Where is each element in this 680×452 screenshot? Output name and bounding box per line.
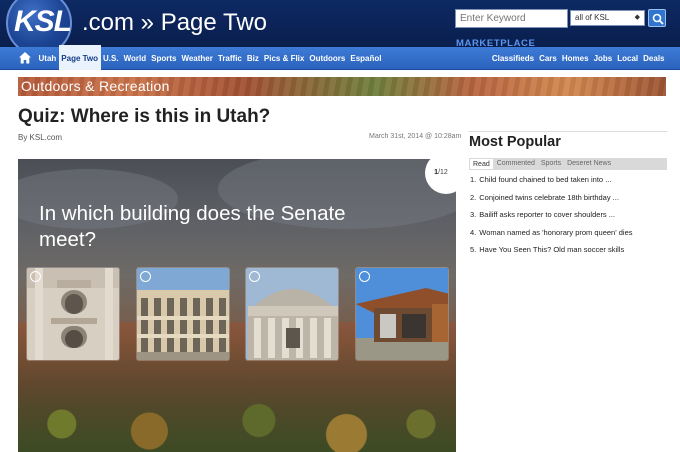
nav-item-biz[interactable]: Biz — [244, 47, 261, 70]
search-button[interactable] — [648, 9, 666, 27]
quiz-option-4[interactable] — [355, 267, 449, 361]
home-icon[interactable] — [18, 51, 32, 65]
article-title: Quiz: Where is this in Utah? — [18, 106, 271, 127]
nav-item-traffic[interactable]: Traffic — [215, 47, 244, 70]
site-header: KSL .com » Page Two all of KSL ◆ — [0, 0, 680, 56]
tab-deseret-news[interactable]: Deseret News — [564, 158, 614, 170]
nav-item-jobs[interactable]: Jobs — [591, 47, 615, 70]
quiz-option-1[interactable] — [26, 267, 120, 361]
section-banner-label: Outdoors & Recreation — [21, 78, 170, 94]
slide-counter: 1/12 — [425, 152, 467, 194]
nav-items: Utah Page Two U.S. World Sports Weather … — [36, 45, 384, 70]
nav-item-classifieds[interactable]: Classifieds — [489, 47, 536, 70]
most-popular-title: Most Popular — [469, 134, 561, 150]
search-scope-value: all of KSL — [575, 13, 610, 22]
quiz-panel: In which building does the Senate meet? — [18, 159, 456, 452]
quiz-option-3[interactable] — [245, 267, 339, 361]
page-title: .com » Page Two — [82, 9, 267, 36]
nav-item-espanol[interactable]: Español — [348, 47, 384, 70]
marketplace-nav: Classifieds Cars Homes Jobs Local Deals — [489, 47, 667, 70]
nav-item-us[interactable]: U.S. — [101, 47, 122, 70]
option-1-radio[interactable] — [30, 271, 41, 282]
quiz-option-2[interactable] — [136, 267, 230, 361]
list-item[interactable]: 1. Child found chained to bed taken into … — [470, 175, 670, 193]
list-item[interactable]: 3. Bailiff asks reporter to cover shoulde… — [470, 210, 670, 228]
nav-item-deals[interactable]: Deals — [641, 47, 667, 70]
list-item[interactable]: 5. Have You Seen This? Old man soccer ski… — [470, 245, 670, 263]
option-3-radio[interactable] — [249, 271, 260, 282]
list-item[interactable]: 2. Conjoined twins celebrate 18th birthda… — [470, 193, 670, 211]
most-popular-tabs: Read Commented Sports Deseret News — [469, 158, 667, 170]
most-popular-list: 1. Child found chained to bed taken into … — [470, 175, 670, 263]
search-icon — [652, 13, 664, 25]
list-item[interactable]: 4. Woman named as 'honorary prom queen' d… — [470, 228, 670, 246]
trees-background — [18, 382, 456, 452]
tab-sports[interactable]: Sports — [538, 158, 564, 170]
option-2-radio[interactable] — [140, 271, 151, 282]
nav-item-cars[interactable]: Cars — [537, 47, 560, 70]
select-caret-icon: ◆ — [634, 14, 640, 21]
ksl-logo[interactable]: KSL — [14, 5, 72, 39]
nav-item-world[interactable]: World — [121, 47, 149, 70]
tab-commented[interactable]: Commented — [494, 158, 538, 170]
tab-read[interactable]: Read — [469, 158, 494, 170]
option-4-radio[interactable] — [359, 271, 370, 282]
search-scope-select[interactable]: all of KSL ◆ — [570, 10, 645, 26]
sidebar-divider — [469, 131, 667, 132]
quiz-options — [26, 267, 449, 361]
article-byline: By KSL.com — [18, 133, 63, 142]
nav-item-weather[interactable]: Weather — [179, 47, 215, 70]
capitol-columns-photo — [246, 268, 338, 360]
nav-item-pics-flix[interactable]: Pics & Flix — [261, 47, 306, 70]
nav-item-page-two[interactable]: Page Two — [58, 45, 101, 70]
modern-grid-building-photo — [137, 268, 229, 360]
nav-item-local[interactable]: Local — [615, 47, 641, 70]
nav-item-sports[interactable]: Sports — [149, 47, 179, 70]
nav-item-homes[interactable]: Homes — [559, 47, 591, 70]
copper-modern-building-photo — [356, 268, 448, 360]
slide-counter-total: /12 — [438, 169, 448, 176]
section-banner[interactable]: Outdoors & Recreation — [18, 77, 666, 96]
main-nav: Utah Page Two U.S. World Sports Weather … — [0, 38, 680, 70]
quiz-question: In which building does the Senate meet? — [39, 202, 346, 251]
search-input[interactable] — [455, 9, 568, 28]
temple-window-photo — [27, 268, 119, 360]
nav-item-utah[interactable]: Utah — [36, 47, 59, 70]
article-date: March 31st, 2014 @ 10:28am — [369, 133, 462, 140]
nav-item-outdoors[interactable]: Outdoors — [307, 47, 348, 70]
